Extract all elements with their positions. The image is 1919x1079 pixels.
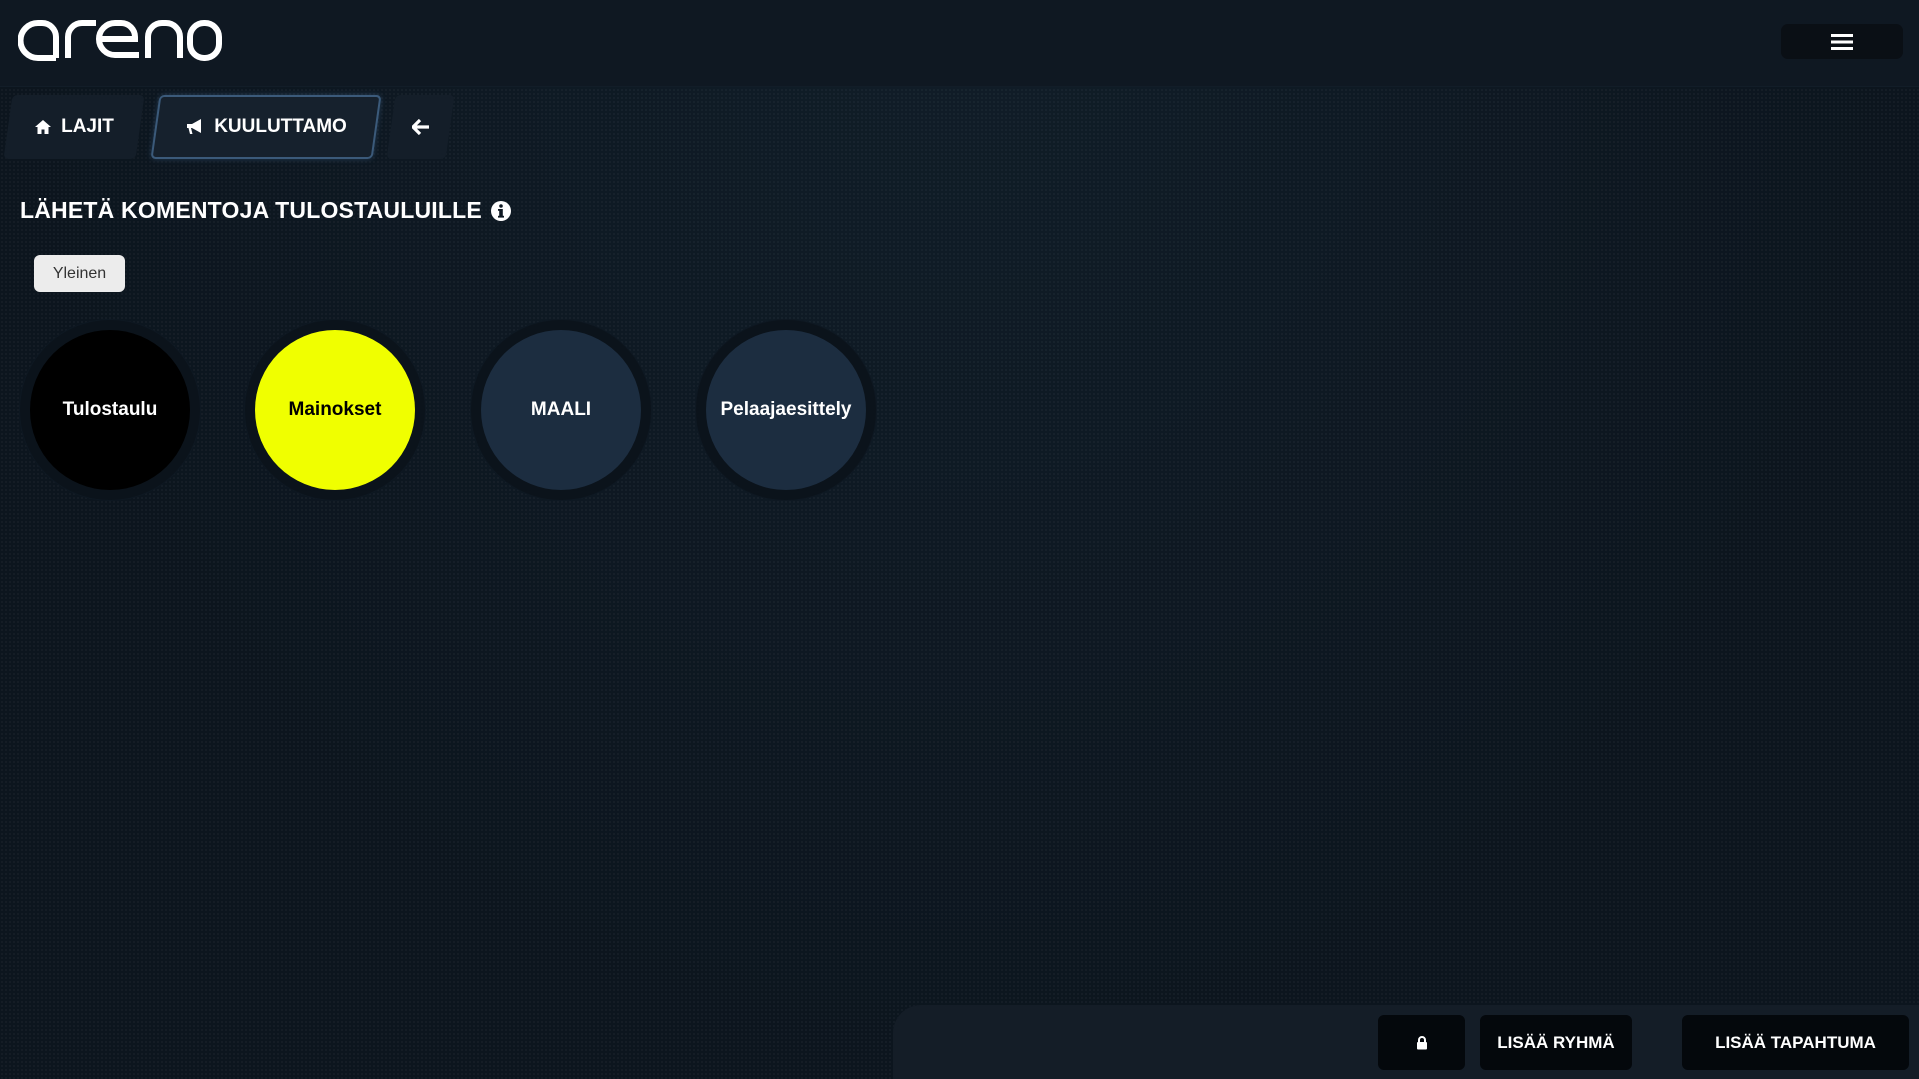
command-label: Tulostaulu — [62, 399, 158, 420]
page-title-text: LÄHETÄ KOMENTOJA TULOSTAULUILLE — [20, 197, 482, 223]
tab-lajit-label: LAJIT — [61, 116, 114, 137]
lock-icon — [1416, 1035, 1427, 1049]
add-event-button[interactable]: LISÄÄ TAPAHTUMA — [1682, 1015, 1909, 1070]
add-group-button[interactable]: LISÄÄ RYHMÄ — [1480, 1015, 1632, 1070]
back-button[interactable] — [386, 95, 455, 159]
command-button-tulostaulu[interactable]: Tulostaulu — [30, 330, 190, 490]
info-icon[interactable] — [490, 200, 512, 222]
page-title: LÄHETÄ KOMENTOJA TULOSTAULUILLE — [20, 197, 512, 224]
command-button-pelaajaesittely[interactable]: Pelaajaesittely — [706, 330, 866, 490]
lock-button[interactable] — [1378, 1015, 1465, 1070]
app-header — [0, 0, 1919, 87]
group-tab-yleinen[interactable]: Yleinen — [34, 255, 125, 292]
tab-kuuluttamo-label: KUULUTTAMO — [214, 116, 347, 137]
megaphone-icon — [187, 119, 202, 134]
tab-kuuluttamo[interactable]: KUULUTTAMO — [150, 95, 382, 159]
command-button-mainokset[interactable]: Mainokset — [255, 330, 415, 490]
add-group-label: LISÄÄ RYHMÄ — [1497, 1032, 1615, 1052]
areno-logo[interactable] — [18, 17, 222, 61]
command-item: MAALI — [471, 320, 651, 500]
command-item: Pelaajaesittely — [696, 320, 876, 500]
add-event-label: LISÄÄ TAPAHTUMA — [1715, 1032, 1876, 1052]
command-label: MAALI — [530, 399, 592, 420]
arrow-left-icon — [411, 119, 429, 135]
tab-lajit[interactable]: LAJIT — [3, 95, 145, 159]
home-icon — [35, 120, 52, 134]
command-label: Mainokset — [288, 399, 382, 420]
group-tab-label: Yleinen — [52, 264, 107, 282]
hamburger-menu-icon — [1831, 33, 1853, 50]
command-item: Tulostaulu — [20, 320, 200, 500]
command-button-maali[interactable]: MAALI — [481, 330, 641, 490]
command-label: Pelaajaesittely — [720, 399, 852, 420]
command-item: Mainokset — [245, 320, 425, 500]
hamburger-menu-button[interactable] — [1781, 24, 1903, 59]
